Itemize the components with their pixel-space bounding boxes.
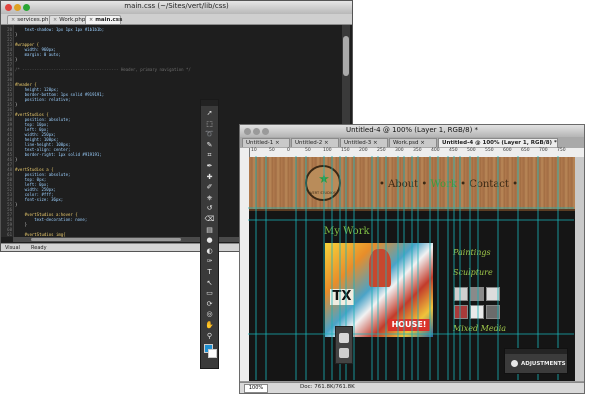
tab-untitled-4[interactable]: Untitled-4 @ 100% (Layer 1, RGB/8) * × — [438, 138, 558, 147]
document-title: Untitled-4 @ 100% (Layer 1, RGB/8) * — [345, 126, 479, 134]
path-select-tool-icon[interactable]: ↖ — [204, 279, 215, 287]
ruler-label: 550 — [485, 148, 494, 153]
tab-label: Untitled-2 — [295, 140, 323, 146]
ruler-label: 300 — [395, 148, 404, 153]
code-line: } — [15, 57, 18, 62]
code-line: } — [15, 102, 18, 107]
quick-select-tool-icon[interactable]: ✎ — [204, 141, 215, 149]
move-tool-icon[interactable]: ➚ — [204, 109, 215, 117]
tab-untitled-2[interactable]: Untitled-2 × — [291, 138, 339, 147]
blur-tool-icon[interactable]: ● — [204, 236, 215, 244]
ruler-label: 10 — [251, 148, 257, 153]
ruler-label: 50 — [305, 148, 311, 153]
tab-label: services.php — [17, 17, 52, 23]
marquee-tool-icon[interactable]: ⬚ — [204, 120, 215, 128]
code-line: /* -------------------------------------… — [15, 67, 191, 72]
code-line: position: relative; — [15, 97, 71, 102]
code-line: } — [15, 32, 18, 37]
tab-label: Untitled-4 @ 100% (Layer 1, RGB/8) * — [442, 140, 557, 146]
ruler-label: 100 — [323, 148, 332, 153]
document-status-bar — [240, 382, 584, 393]
collapsed-panel-strip — [335, 326, 353, 364]
line-number: 61 — [7, 232, 12, 237]
zoom-tool-icon[interactable]: ⚲ — [204, 332, 215, 340]
tab-main-css[interactable]: × main.css — [85, 15, 123, 24]
tab-services-php[interactable]: × services.php — [7, 15, 52, 24]
ruler-label: 500 — [467, 148, 476, 153]
code-line: font-size: 36px; — [15, 197, 64, 202]
pen-tool-icon[interactable]: ✑ — [204, 257, 215, 265]
brush-tool-icon[interactable]: ✐ — [204, 183, 215, 191]
code-area[interactable]: text-shadow: 1px 1px 1px #1b1b1b;} #wrapp… — [15, 25, 203, 237]
code-line: margin: 0 auto; — [15, 52, 61, 57]
shape-tool-icon[interactable]: ▭ — [204, 289, 215, 297]
ruler-label: 400 — [431, 148, 440, 153]
editor-title-bar[interactable]: main.css (~/Sites/vert/lib/css) — [1, 1, 352, 15]
ruler-label: 250 — [377, 148, 386, 153]
tools-panel: ➚ ⬚ ➰ ✎ ⌗ ✒ ✚ ✐ ⎈ ↺ ⌫ ▤ ● ◐ ✑ T ↖ ▭ ⟳ ◎ ✋ ⚲ — [200, 99, 219, 369]
code-line: border-right: 1px solid #919191; — [15, 152, 102, 157]
ruler-label: 750 — [557, 148, 566, 153]
clone-source-icon[interactable] — [339, 348, 349, 358]
view-mode[interactable]: Visual — [5, 244, 20, 251]
brush-preset-icon[interactable] — [339, 333, 349, 343]
hand-tool-icon[interactable]: ✋ — [204, 321, 215, 329]
ruler-label: 350 — [413, 148, 422, 153]
ruler-label: 50 — [269, 148, 275, 153]
tools-panel-header[interactable] — [201, 100, 218, 106]
dodge-tool-icon[interactable]: ◐ — [204, 247, 215, 255]
guide-lines — [248, 156, 574, 380]
code-line: } — [15, 157, 18, 162]
3d-orbit-tool-icon[interactable]: ◎ — [204, 310, 215, 318]
tab-untitled-3[interactable]: Untitled-3 × — [340, 138, 388, 147]
tab-label: Work.psd — [393, 140, 419, 146]
type-tool-icon[interactable]: T — [204, 268, 215, 276]
3d-rotate-tool-icon[interactable]: ⟳ — [204, 300, 215, 308]
tab-label: Untitled-1 — [246, 140, 274, 146]
eyedropper-tool-icon[interactable]: ✒ — [204, 162, 215, 170]
ruler-label: 600 — [503, 148, 512, 153]
ruler-label: 700 — [539, 148, 548, 153]
background-color-swatch[interactable] — [208, 349, 217, 358]
ruler-label: 450 — [449, 148, 458, 153]
tab-label: Untitled-3 — [344, 140, 372, 146]
code-line: } — [15, 222, 28, 227]
zoom-level-field[interactable]: 100% — [244, 384, 268, 393]
tab-work-psd[interactable]: Work.psd × — [389, 138, 437, 147]
ruler-label: 0 — [287, 148, 290, 153]
adjustments-panel-header[interactable] — [505, 349, 567, 354]
gradient-tool-icon[interactable]: ▤ — [204, 226, 215, 234]
eraser-tool-icon[interactable]: ⌫ — [204, 215, 215, 223]
vertical-scroll-thumb[interactable] — [343, 36, 349, 76]
code-line: text-shadow: 1px 1px 1px #1b1b1b; — [15, 27, 105, 32]
adjustments-panel[interactable]: ADJUSTMENTS — [504, 348, 568, 374]
history-brush-tool-icon[interactable]: ↺ — [204, 204, 215, 212]
code-line: } — [15, 202, 18, 207]
line-number-gutter: 20 21 22 23 24 25 26 27 28 29 30 31 32 33 34 35 36 37 38 39… — [1, 25, 14, 237]
healing-tool-icon[interactable]: ✚ — [204, 173, 215, 181]
ruler-label: 200 — [359, 148, 368, 153]
stamp-tool-icon[interactable]: ⎈ — [204, 194, 215, 202]
editor-tab-bar: × services.php × Work.php × main.css — [1, 14, 352, 25]
status-text: Ready — [31, 245, 47, 251]
horizontal-scroll-thumb[interactable] — [31, 238, 181, 241]
document-size[interactable]: Doc: 761.8K/761.8K — [300, 382, 355, 393]
ruler-label: 150 — [341, 148, 350, 153]
tab-work-php[interactable]: × Work.php — [49, 15, 87, 24]
editor-title: main.css (~/Sites/vert/lib/css) — [124, 2, 229, 10]
crop-tool-icon[interactable]: ⌗ — [204, 151, 215, 159]
lasso-tool-icon[interactable]: ➰ — [204, 130, 215, 138]
ruler-label: 650 — [521, 148, 530, 153]
tab-label: main.css — [95, 17, 123, 23]
adjustments-label: ADJUSTMENTS — [521, 361, 566, 367]
tab-untitled-1[interactable]: Untitled-1 × — [242, 138, 290, 147]
canvas-vertical-scrollbar[interactable] — [575, 157, 584, 381]
adjustments-icon — [511, 360, 518, 367]
tab-label: Work.php — [59, 17, 86, 23]
